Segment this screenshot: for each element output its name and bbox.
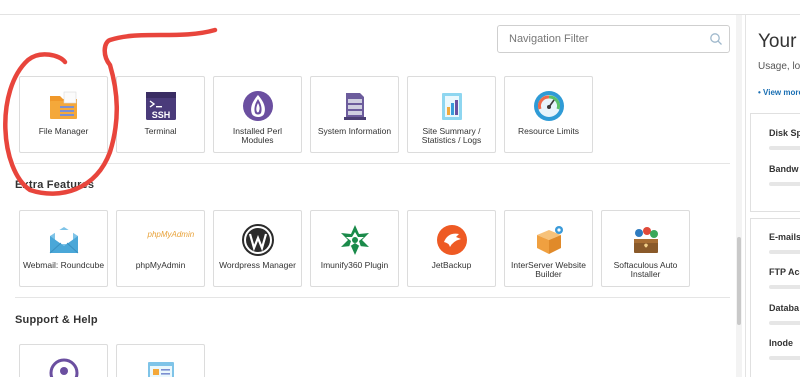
sidebar-subtitle: Usage, log bbox=[758, 61, 800, 72]
stat-label: E-mails bbox=[769, 232, 800, 242]
folder-icon bbox=[49, 91, 77, 119]
stat-label: Bandw bbox=[769, 164, 799, 174]
scrollbar-thumb[interactable] bbox=[737, 237, 741, 325]
support-chat-icon bbox=[49, 358, 78, 377]
tile-label: File Manager bbox=[38, 126, 89, 136]
section-divider bbox=[15, 297, 730, 298]
section-title-extra-features: Extra Features bbox=[15, 179, 95, 191]
tile-label: Installed Perl Modules bbox=[232, 126, 283, 145]
tile-softaculous-auto-installer[interactable]: Softaculous Auto Installer bbox=[601, 210, 690, 287]
stat-bar bbox=[769, 285, 800, 289]
knowledgebase-icon bbox=[147, 362, 174, 377]
stat-bar bbox=[769, 321, 800, 325]
view-more-link[interactable]: • View more bbox=[758, 88, 800, 97]
statistics-icon bbox=[441, 93, 462, 120]
tile-site-summary[interactable]: Site Summary / Statistics / Logs bbox=[407, 76, 496, 153]
phpmyadmin-logo-text: phpMyAdmin bbox=[147, 230, 195, 239]
navigation-filter[interactable] bbox=[497, 25, 730, 53]
imunify360-icon bbox=[340, 225, 369, 255]
tile-label: Imunify360 Plugin bbox=[320, 260, 389, 270]
stat-label: Databa bbox=[769, 303, 800, 313]
top-header-bar bbox=[0, 0, 800, 15]
tile-label: phpMyAdmin bbox=[135, 260, 186, 270]
tile-interserver-website-builder[interactable]: InterServer Website Builder bbox=[504, 210, 593, 287]
tile-phpmyadmin[interactable]: phpMyAdmin phpMyAdmin bbox=[116, 210, 205, 287]
tile-support-chat[interactable] bbox=[19, 344, 108, 377]
stat-label: FTP Acc bbox=[769, 267, 800, 277]
stat-bar bbox=[769, 146, 800, 150]
tile-jetbackup[interactable]: JetBackup bbox=[407, 210, 496, 287]
tile-label: Webmail: Roundcube bbox=[22, 260, 105, 270]
tile-resource-limits[interactable]: Resource Limits bbox=[504, 76, 593, 153]
tile-label: Terminal bbox=[144, 126, 177, 136]
stat-label: Disk Sp bbox=[769, 128, 800, 138]
webmail-icon bbox=[49, 227, 78, 254]
svg-text:SSH: SSH bbox=[151, 110, 170, 120]
tile-label: Resource Limits bbox=[518, 126, 579, 136]
tile-system-information[interactable]: System Information bbox=[310, 76, 399, 153]
tile-webmail-roundcube[interactable]: Webmail: Roundcube bbox=[19, 210, 108, 287]
section-divider bbox=[15, 163, 730, 164]
tools-panel: File Manager SSH Terminal Installed Perl… bbox=[0, 15, 736, 377]
tile-file-manager[interactable]: File Manager bbox=[19, 76, 108, 153]
tile-label: InterServer Website Builder bbox=[511, 260, 586, 279]
sidebar-title: Your A bbox=[758, 31, 800, 52]
softaculous-icon bbox=[633, 227, 658, 253]
tile-label: Site Summary / Statistics / Logs bbox=[421, 126, 482, 145]
server-icon bbox=[343, 93, 366, 120]
stat-bar bbox=[769, 250, 800, 254]
stat-label: Inode bbox=[769, 338, 793, 348]
tile-label: Wordpress Manager bbox=[219, 260, 296, 270]
main-scrollbar[interactable] bbox=[736, 15, 742, 377]
tile-terminal[interactable]: SSH Terminal bbox=[116, 76, 205, 153]
tile-installed-perl-modules[interactable]: Installed Perl Modules bbox=[213, 76, 302, 153]
gauge-icon bbox=[533, 91, 564, 121]
tile-imunify360-plugin[interactable]: Imunify360 Plugin bbox=[310, 210, 399, 287]
account-sidebar: Your A Usage, log • View more Disk Sp Ba… bbox=[745, 15, 800, 377]
stat-bar bbox=[769, 182, 800, 186]
navigation-filter-input[interactable] bbox=[498, 26, 703, 52]
tile-knowledgebase[interactable] bbox=[116, 344, 205, 377]
stat-bar bbox=[769, 356, 800, 360]
tile-label: JetBackup bbox=[431, 260, 472, 270]
tile-label: Softaculous Auto Installer bbox=[613, 260, 678, 279]
section-title-support-help: Support & Help bbox=[15, 314, 98, 326]
tile-wordpress-manager[interactable]: Wordpress Manager bbox=[213, 210, 302, 287]
perl-onion-icon bbox=[242, 91, 273, 121]
website-builder-icon bbox=[536, 226, 563, 254]
phpmyadmin-icon: phpMyAdmin bbox=[144, 231, 195, 247]
ssh-terminal-icon: SSH bbox=[145, 92, 176, 120]
search-icon[interactable] bbox=[709, 32, 723, 46]
jetbackup-icon bbox=[436, 225, 467, 255]
tile-label: System Information bbox=[317, 126, 392, 136]
wordpress-icon bbox=[241, 224, 274, 256]
